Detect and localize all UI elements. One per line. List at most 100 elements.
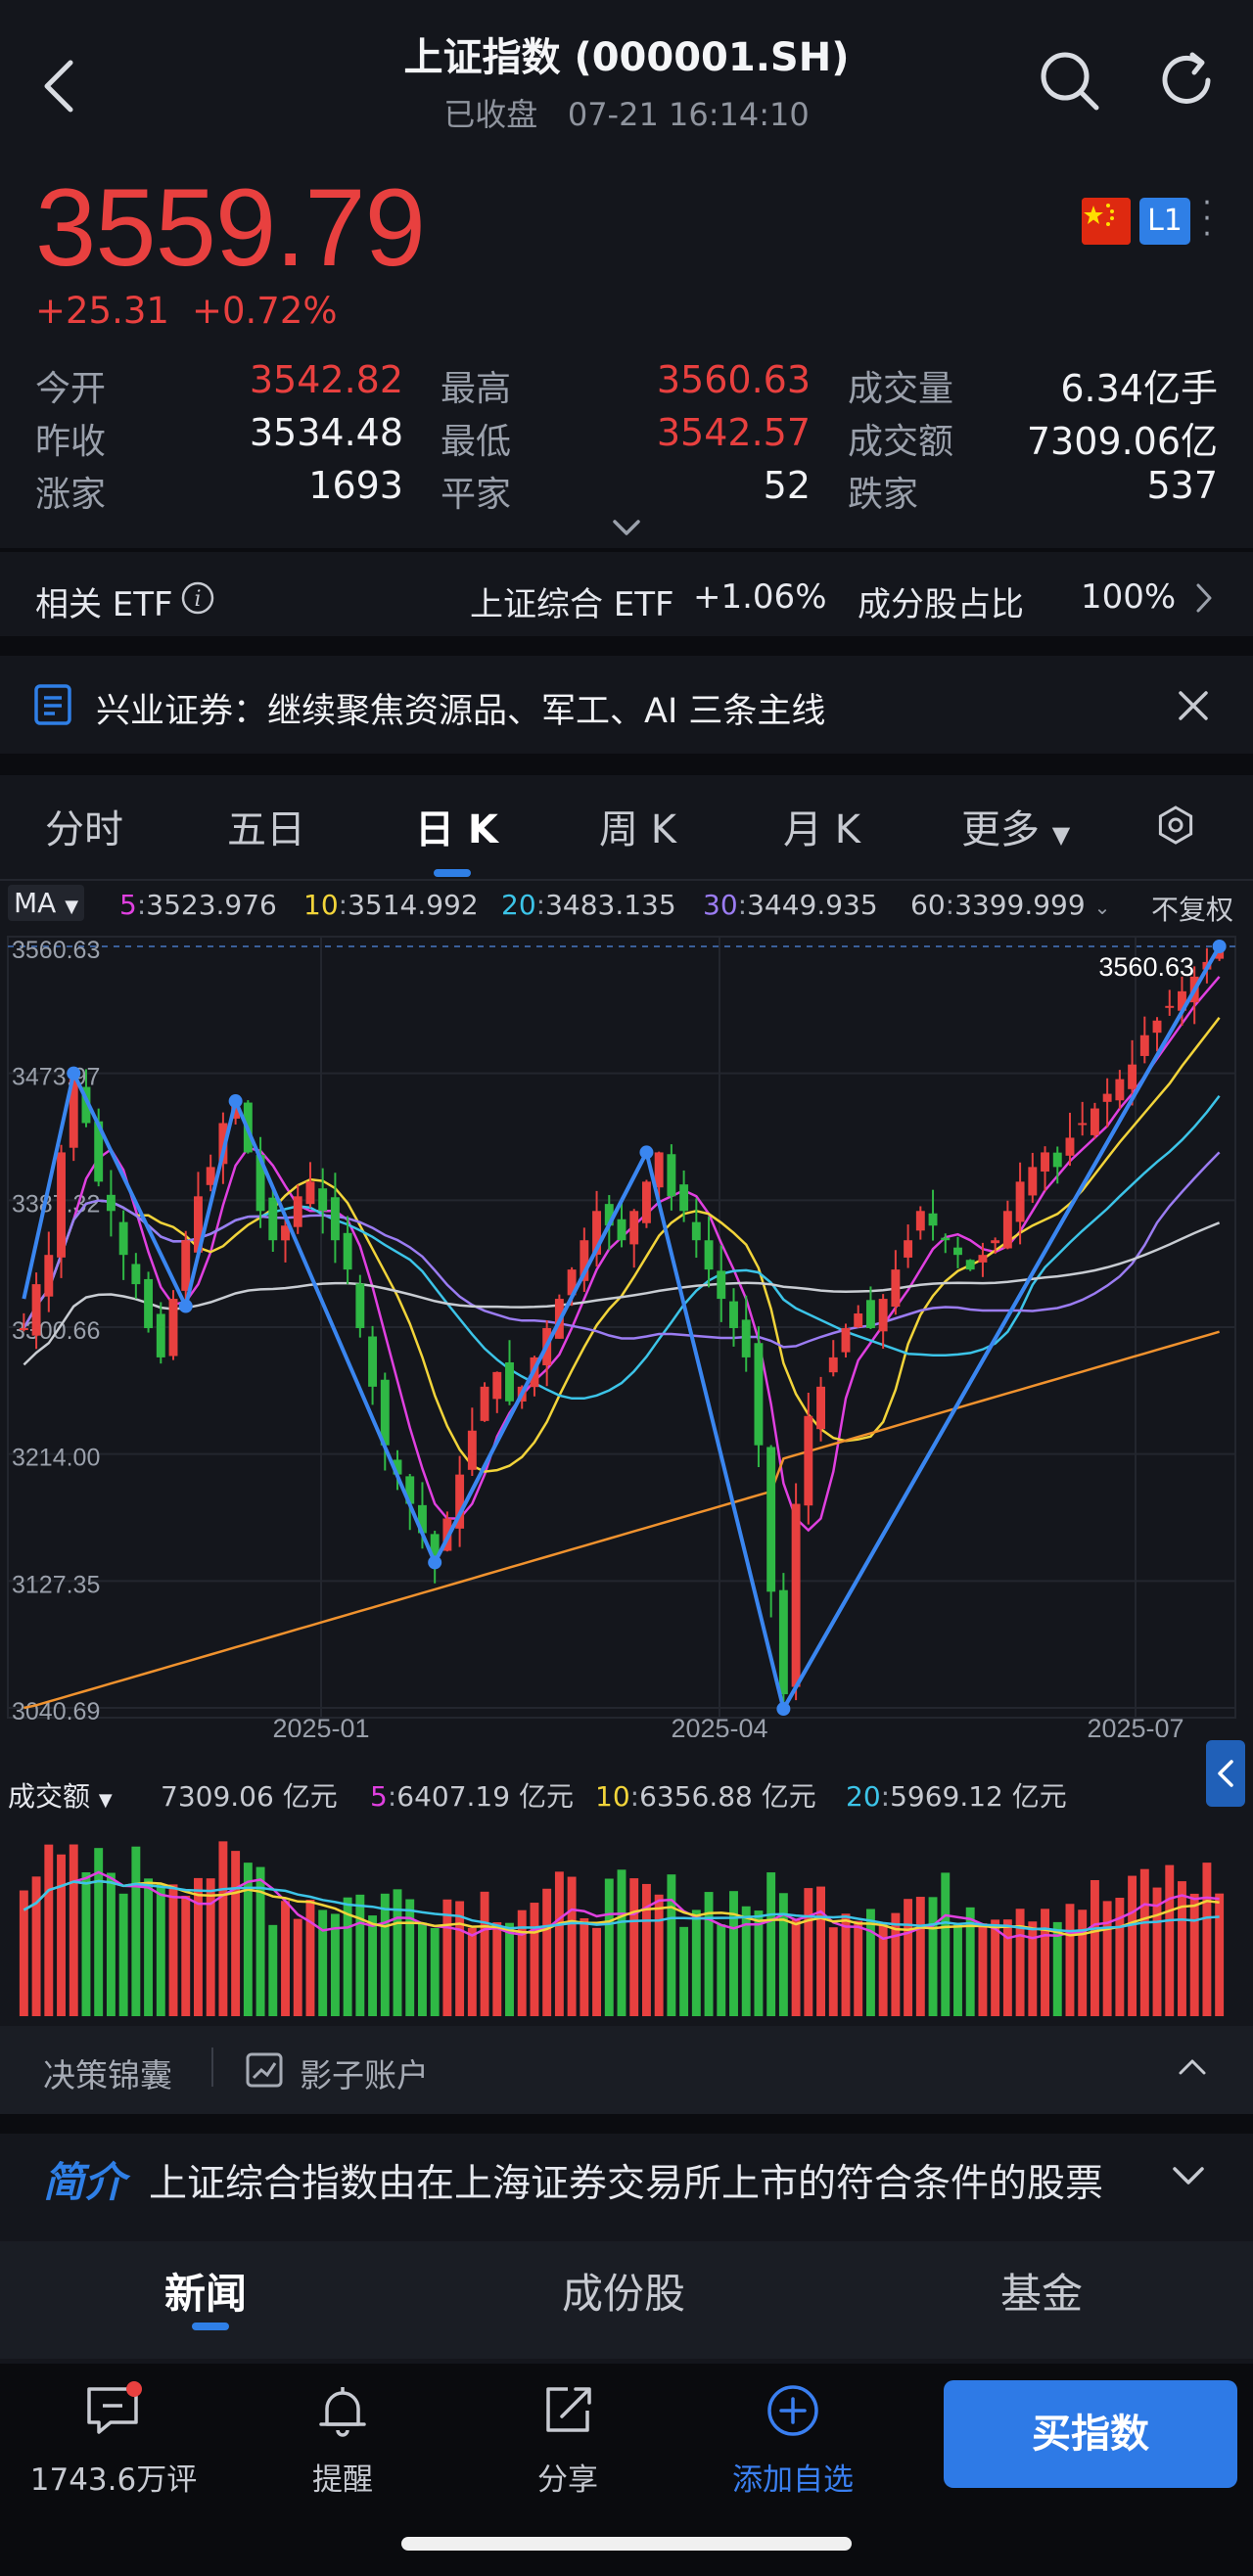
decision-kit-button[interactable]: 决策锦囊 [43, 2049, 172, 2096]
candle-body [19, 1327, 28, 1330]
chevron-right-icon[interactable] [1192, 581, 1216, 615]
volume-bar [766, 1872, 776, 2016]
volume-bar [754, 1910, 764, 2016]
volume-chart[interactable] [0, 1816, 1253, 2021]
candle-body [941, 1237, 951, 1241]
stat-value-high: 3560.63 [656, 358, 811, 401]
chevron-down-icon[interactable] [609, 514, 644, 543]
stat-label-turnover: 成交额 [848, 422, 954, 462]
tab-daily-k[interactable]: 日 K [415, 798, 498, 854]
pivot-point [776, 1702, 791, 1717]
volume-selector[interactable]: 成交额 ▼ [8, 1775, 113, 1815]
volume-bar [1065, 1904, 1075, 2016]
tab-monthly-k[interactable]: 月 K [783, 798, 860, 854]
active-tab-indicator [434, 869, 471, 877]
volume-bar [106, 1872, 116, 2016]
candle-body [318, 1188, 328, 1212]
status-datetime: 07-21 16:14:10 [567, 96, 810, 133]
chevron-up-icon[interactable] [1177, 2055, 1208, 2079]
pivot-point [67, 1066, 81, 1081]
volume-bar [131, 1846, 141, 2016]
pivot-point [178, 1299, 193, 1313]
volume-bar [1202, 1863, 1212, 2016]
candle-body [654, 1152, 664, 1188]
candle-body [691, 1221, 701, 1241]
candle-body [268, 1197, 278, 1241]
kline-chart[interactable]: 3560.633473.973387.323300.663214.003127.… [0, 925, 1253, 1737]
candle-body [1065, 1137, 1075, 1156]
candle-body [31, 1284, 41, 1336]
section-gap [0, 2114, 1253, 2134]
volume-bar [281, 1901, 290, 2016]
more-dots-icon[interactable]: · · · [1200, 189, 1214, 250]
adjust-mode[interactable]: 不复权 [1151, 889, 1233, 928]
candle-body [181, 1240, 191, 1291]
active-tab-indicator [192, 2323, 229, 2330]
volume-bar [991, 1919, 1000, 2016]
close-icon[interactable] [1177, 689, 1210, 722]
shadow-account-button[interactable]: 影子账户 [300, 2049, 429, 2096]
volume-bar [1102, 1901, 1112, 2016]
share-icon [546, 2387, 591, 2432]
volume-bar [305, 1900, 315, 2016]
volume-bar [604, 1878, 614, 2016]
price-change-pct: +0.72% [192, 290, 338, 332]
chevron-down-icon[interactable]: ⌄ [1094, 896, 1111, 919]
volume-bar [791, 1919, 801, 2016]
stat-value-decliners: 537 [1146, 464, 1218, 507]
chevron-down-icon[interactable] [1171, 2163, 1206, 2190]
bell-icon [319, 2387, 366, 2437]
volume-bar [44, 1844, 54, 2016]
ma-20: 20:3483.135 [501, 889, 676, 921]
candle-body [766, 1447, 776, 1592]
level-badge[interactable]: L1 [1139, 198, 1190, 245]
volume-bar [641, 1883, 651, 2016]
news-headline[interactable]: 兴业证券：继续聚焦资源品、军工、AI 三条主线 [96, 683, 825, 733]
tab-constituents[interactable]: 成份股 [562, 2261, 685, 2321]
candle-body [1052, 1152, 1062, 1168]
divider [0, 879, 1253, 881]
ma-selector[interactable]: MA ▼ [8, 885, 85, 921]
candle-body [991, 1240, 1000, 1244]
volume-bar [691, 1909, 701, 2016]
alert-label: 提醒 [312, 2462, 373, 2498]
candle-body [729, 1301, 738, 1328]
buy-index-button[interactable]: 买指数 [944, 2380, 1237, 2488]
tab-funds[interactable]: 基金 [1000, 2261, 1083, 2321]
candle-body [368, 1336, 378, 1387]
search-icon[interactable] [1036, 47, 1102, 114]
tab-weekly-k[interactable]: 周 K [599, 798, 676, 854]
volume-bar [467, 1927, 477, 2016]
etf-name[interactable]: 上证综合 ETF [470, 577, 674, 625]
tab-intraday[interactable]: 分时 [45, 798, 123, 854]
candle-body [343, 1232, 352, 1270]
info-icon[interactable]: i [180, 580, 215, 616]
candle-body [293, 1196, 302, 1227]
component-label[interactable]: 成分股占比 [858, 577, 1024, 625]
document-icon [34, 684, 71, 725]
chart-account-icon [246, 2052, 283, 2088]
volume-bar [156, 1884, 165, 2016]
ma-line-5 [23, 976, 1221, 1533]
ma-60: 60:3399.999 ⌄ [910, 889, 1111, 921]
share-label: 分享 [537, 2462, 598, 2498]
ma-10: 10:3514.992 [303, 889, 479, 921]
tab-five-day[interactable]: 五日 [227, 798, 305, 854]
candle-body [156, 1313, 165, 1357]
volume-bar [778, 1893, 788, 2016]
intro-text: 上证综合指数由在上海证券交易所上市的符合条件的股票 [149, 2162, 1104, 2206]
volume-bar [168, 1884, 178, 2016]
divider [0, 548, 1253, 552]
tab-news[interactable]: 新闻 [164, 2261, 247, 2321]
stat-value-turnover: 7309.06亿 [1026, 420, 1218, 463]
refresh-icon[interactable] [1153, 47, 1220, 114]
volume-bar [1028, 1921, 1038, 2016]
divider [211, 2047, 213, 2087]
volume-bar [194, 1877, 203, 2016]
candle-body [904, 1240, 913, 1258]
stat-label-high: 最高 [441, 369, 512, 409]
component-pct: 100% [1081, 577, 1177, 617]
settings-icon[interactable] [1155, 805, 1196, 846]
panel-toggle[interactable] [1206, 1740, 1245, 1807]
tab-more[interactable]: 更多 ▼ [961, 798, 1070, 854]
